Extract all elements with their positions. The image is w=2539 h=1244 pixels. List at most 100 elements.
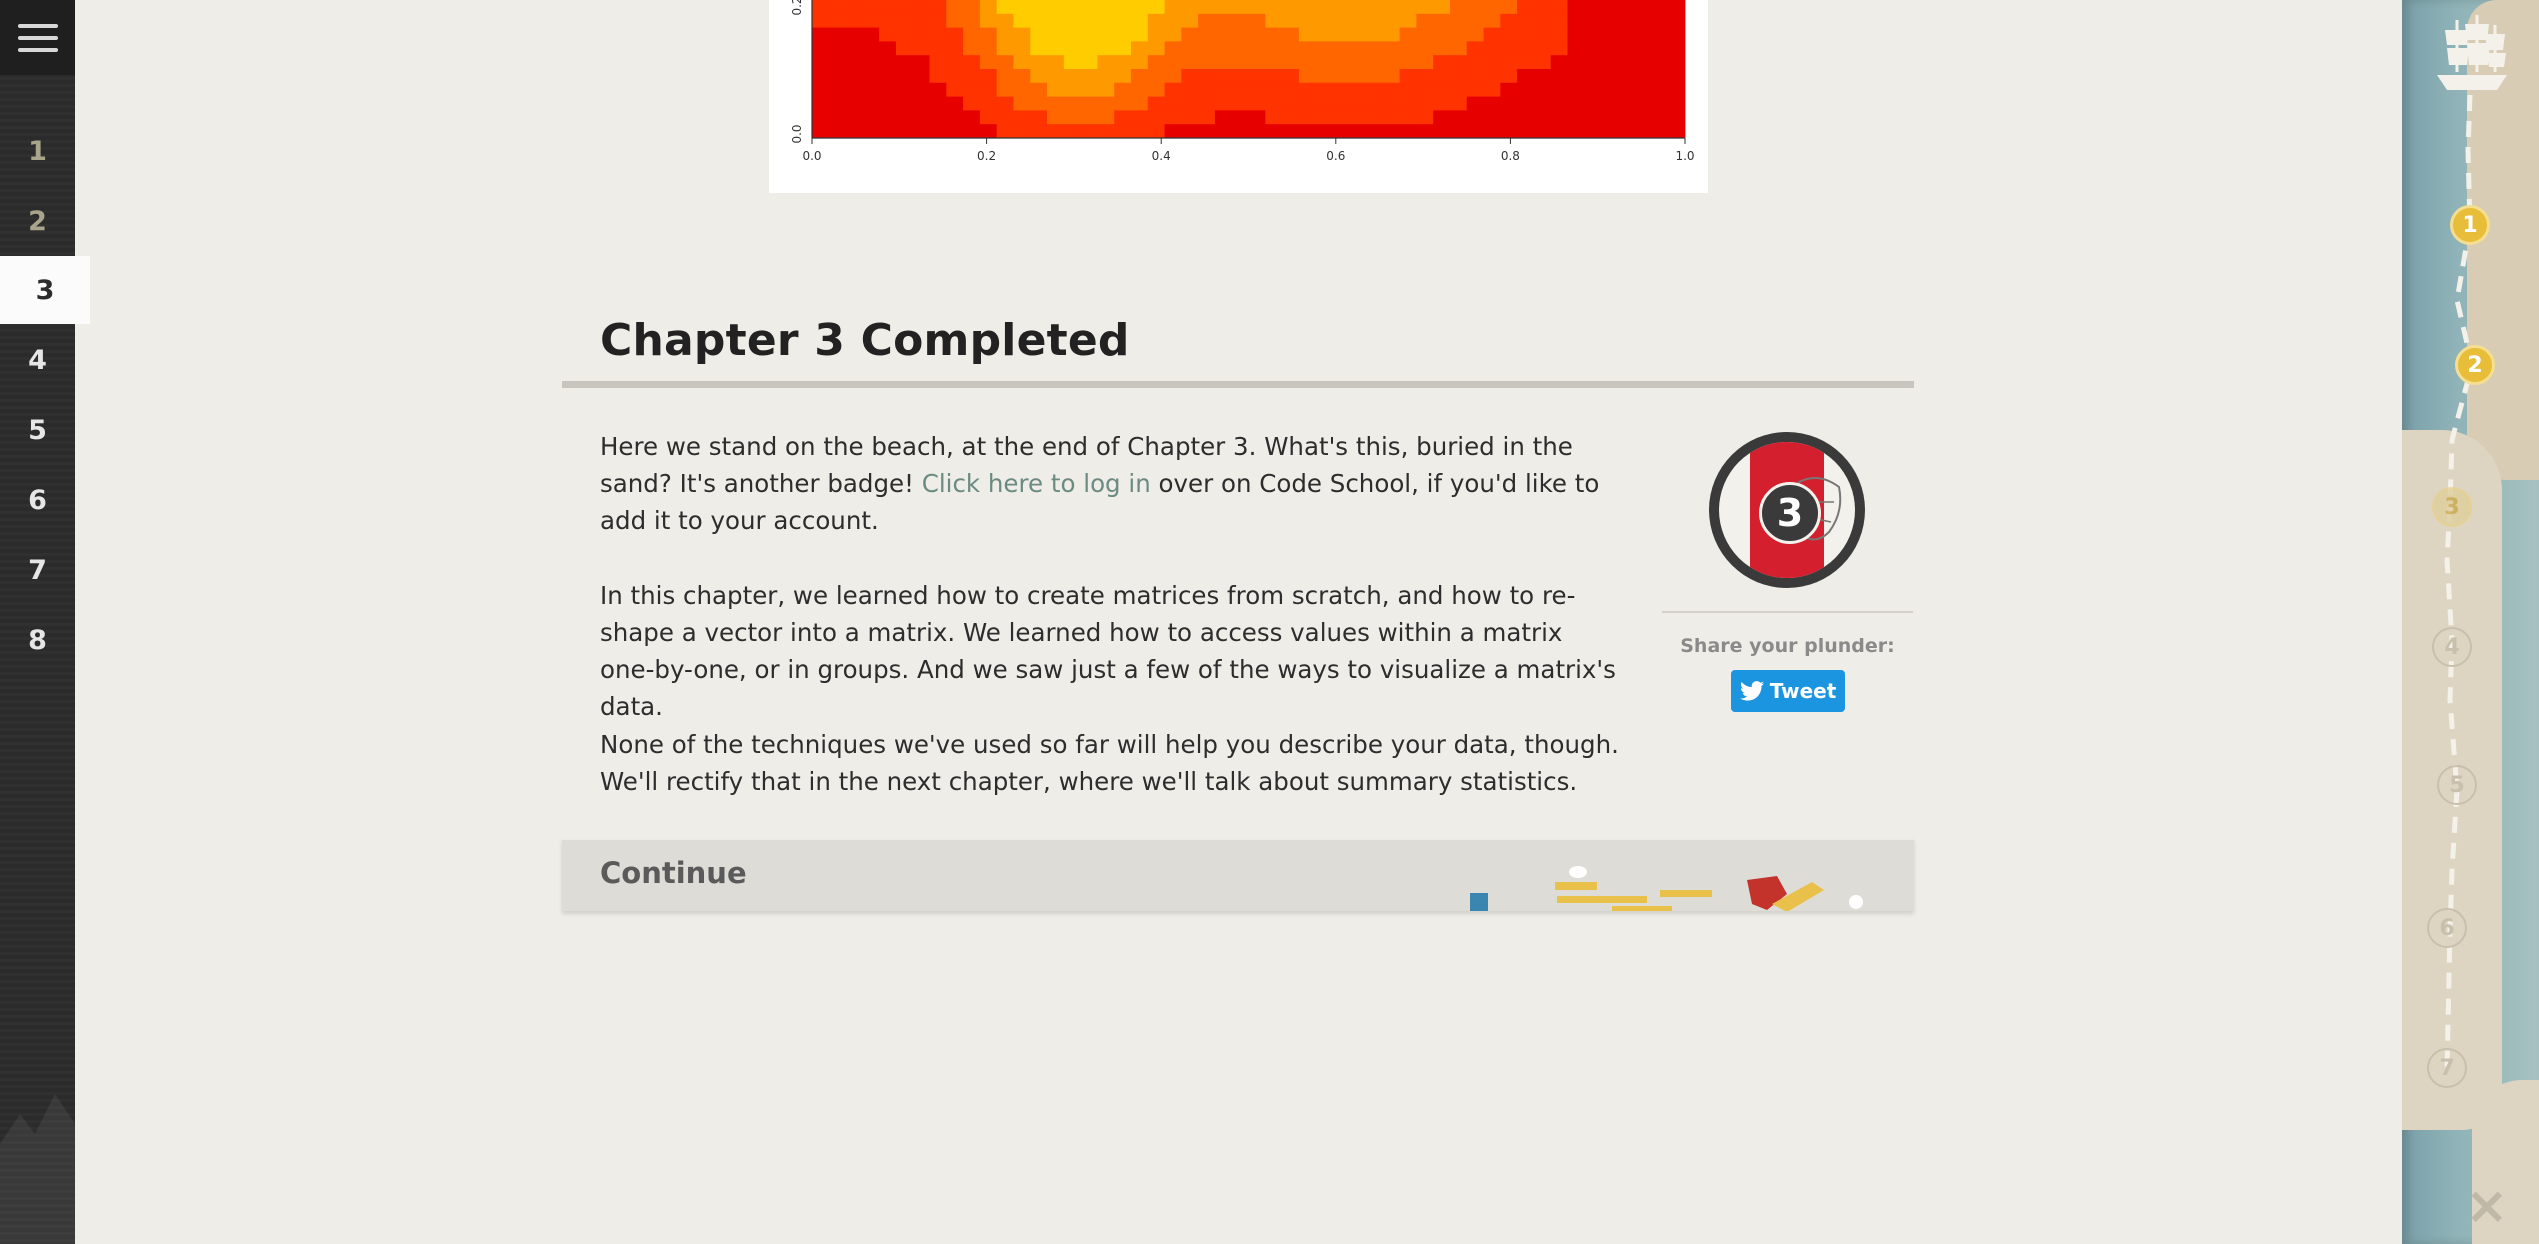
sidebar-item-chapter-7[interactable]: 7 [0,536,75,604]
heatmap-cell [1231,0,1249,15]
heatmap-cell [1030,124,1048,139]
heatmap-cell [1466,41,1484,56]
heatmap-cell [1366,69,1384,84]
heatmap-cell [1315,55,1333,70]
heatmap-cell [845,0,863,15]
heatmap-cell [1198,0,1216,15]
heatmap-cell [845,55,863,70]
heatmap-cell [1164,13,1182,28]
heatmap-cell [1231,13,1249,28]
heatmap-cell [1466,27,1484,42]
heatmap-cell [1567,69,1585,84]
map-node-chapter-6[interactable]: 6 [2427,908,2467,948]
heatmap-cell [1366,124,1384,139]
heatmap-cell [996,55,1014,70]
heatmap-cell [1315,27,1333,42]
heatmap-cell [1198,124,1216,139]
heatmap-cell [1030,55,1048,70]
heatmap-cell [1248,124,1266,139]
heatmap-cell [1399,124,1417,139]
sidebar-item-chapter-1[interactable]: 1 [0,117,75,185]
close-icon[interactable]: × [2465,1180,2509,1232]
heatmap-cell [1231,124,1249,139]
heatmap-cell [1668,124,1686,139]
heatmap-cell [1366,82,1384,97]
continue-button[interactable]: Continue [562,838,1914,911]
heatmap-cell [1449,27,1468,42]
heatmap-cell [1164,96,1182,111]
sidebar-item-chapter-2[interactable]: 2 [0,187,75,255]
heatmap-cell [1332,27,1350,42]
heatmap-cell [1248,13,1266,28]
heatmap-cell [1063,27,1082,42]
login-link[interactable]: Click here to log in [922,469,1151,498]
heatmap-cell [1315,96,1333,111]
sidebar-item-chapter-3[interactable]: 3 [0,256,90,324]
heatmap-cell [895,96,914,111]
heatmap-cell [963,0,981,15]
heatmap-cell [1567,55,1585,70]
heatmap-cell [1080,0,1098,15]
heatmap-cell [963,27,981,42]
heatmap-cell [1533,69,1552,84]
map-node-chapter-3[interactable]: 3 [2432,487,2472,527]
tweet-button[interactable]: Tweet [1731,670,1845,712]
heatmap-cell [1097,96,1115,111]
heatmap-cell [1181,82,1199,97]
heatmap-cell [1382,96,1400,111]
heatmap-cell [1030,82,1048,97]
heatmap-cell [1080,13,1098,28]
map-node-chapter-5[interactable]: 5 [2437,765,2477,805]
sidebar-item-chapter-4[interactable]: 4 [0,326,75,394]
heatmap-cell [1265,96,1283,111]
heatmap-cell [1047,69,1065,84]
heatmap-cell [1634,55,1652,70]
sidebar-item-chapter-6[interactable]: 6 [0,466,75,534]
heatmap-cell [1030,110,1048,125]
heatmap-cell [1214,110,1233,125]
heatmap-cell [1517,110,1535,125]
heatmap-cell [895,41,914,56]
x-tick-label: 0.4 [1152,149,1171,163]
heatmap-cell [1517,69,1535,84]
sidebar-item-chapter-5[interactable]: 5 [0,396,75,464]
heatmap-cell [1063,13,1082,28]
map-node-chapter-1[interactable]: 1 [2450,205,2490,245]
heatmap-cell [1114,55,1132,70]
hamburger-menu-icon[interactable] [0,0,75,75]
heatmap-cell [963,96,981,111]
sidebar-item-chapter-8[interactable]: 8 [0,606,75,674]
map-node-chapter-4[interactable]: 4 [2432,627,2472,667]
heatmap-cell [1248,96,1266,111]
heatmap-cell [1147,55,1165,70]
heatmap-cell [1449,0,1468,15]
heatmap-cell [1013,69,1031,84]
heatmap-cell [1298,41,1317,56]
heatmap-cell [1533,0,1552,15]
heatmap-cell [895,0,914,15]
heatmap-cell [1315,69,1333,84]
heatmap-cell [1097,55,1115,70]
heatmap-cell [1466,82,1484,97]
heatmap-cell [1298,27,1317,42]
heatmap-cell [1601,82,1619,97]
heatmap-cell [1416,82,1434,97]
heatmap-cell [1449,55,1468,70]
heatmap-cell [1584,55,1602,70]
heatmap-cell [1550,27,1568,42]
heatmap-cell [1130,82,1149,97]
heatmap-cell [1164,82,1182,97]
heatmap-cell [1332,0,1350,15]
heatmap-cell [1282,110,1300,125]
heatmap-cell [1550,124,1568,139]
heatmap-cell [946,124,964,139]
heatmap-cell [1449,82,1468,97]
map-node-chapter-7[interactable]: 7 [2427,1048,2467,1088]
heatmap-cell [1349,27,1367,42]
heatmap-cell [1601,0,1619,15]
map-node-chapter-2[interactable]: 2 [2455,345,2495,385]
heatmap-cell [929,96,947,111]
heatmap-cell [1651,124,1669,139]
heatmap-cell [1114,27,1132,42]
heatmap-cell [1634,96,1652,111]
